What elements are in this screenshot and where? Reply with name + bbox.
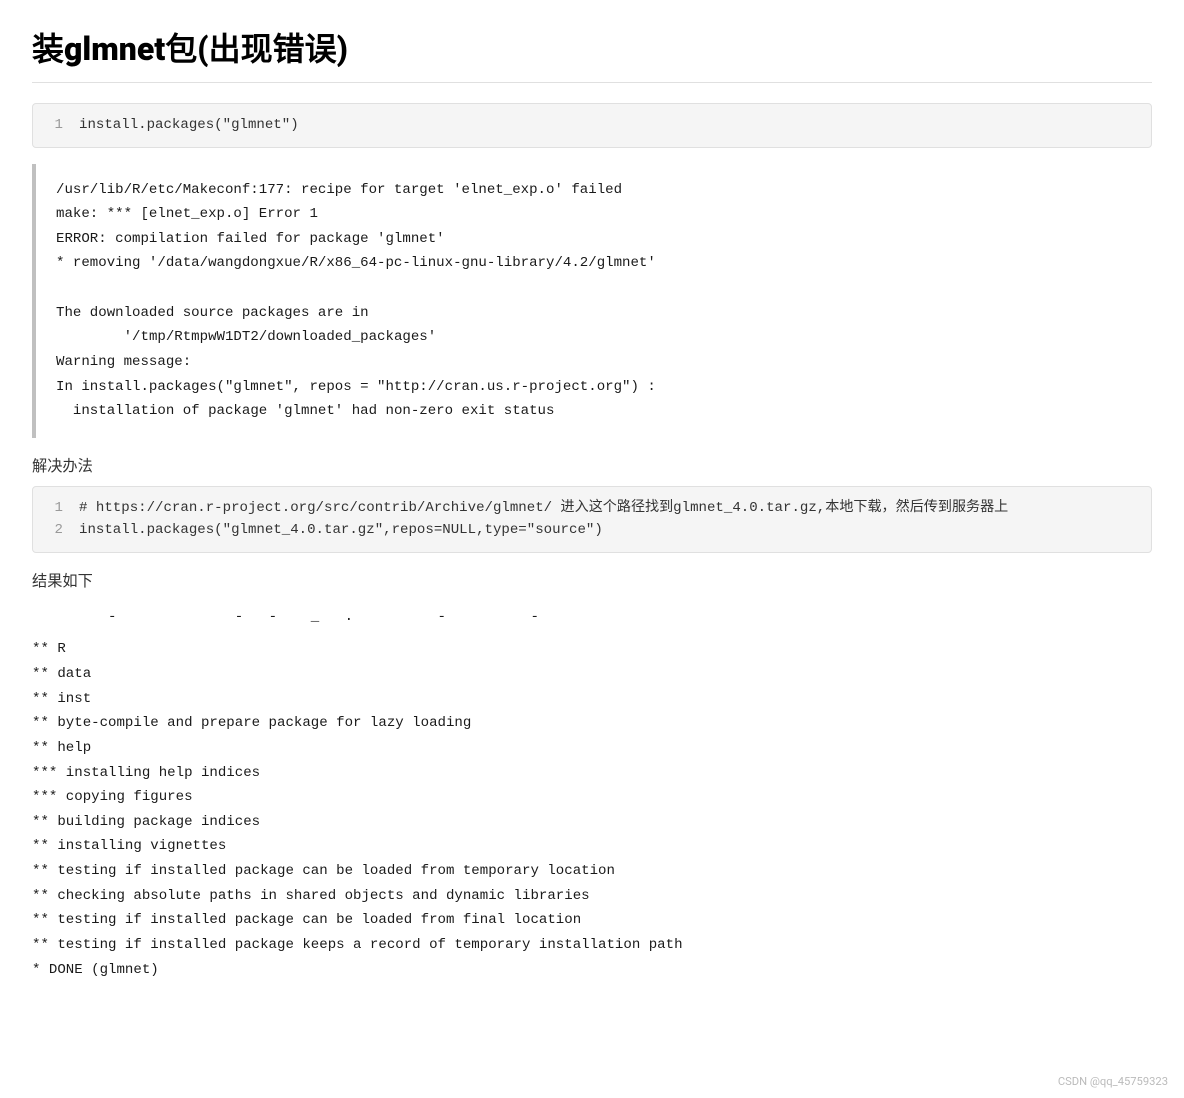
result-label: 结果如下 — [32, 569, 1152, 591]
line-number: 1 — [47, 114, 63, 137]
watermark: CSDN @qq_45759323 — [1058, 1075, 1168, 1088]
page-title: 装glmnet包(出现错误) — [32, 24, 1152, 83]
result-header: - - - _ . - - — [32, 601, 1152, 634]
solution-label: 解决办法 — [32, 454, 1152, 476]
solution-line-num-1: 1 — [47, 497, 63, 520]
solution-line-num-2: 2 — [47, 519, 63, 542]
error-output: /usr/lib/R/etc/Makeconf:177: recipe for … — [32, 164, 1152, 438]
solution-line-2: 2 install.packages("glmnet_4.0.tar.gz",r… — [47, 519, 1137, 542]
solution-comment: # https://cran.r-project.org/src/contrib… — [79, 497, 1008, 520]
result-output: ** R ** data ** inst ** byte-compile and… — [32, 633, 1152, 986]
solution-line-1: 1 # https://cran.r-project.org/src/contr… — [47, 497, 1137, 520]
install-code-block: 1 install.packages("glmnet") — [32, 103, 1152, 148]
install-code: install.packages("glmnet") — [79, 114, 299, 137]
solution-code-line-2: install.packages("glmnet_4.0.tar.gz",rep… — [79, 519, 603, 542]
solution-code-block: 1 # https://cran.r-project.org/src/contr… — [32, 486, 1152, 553]
